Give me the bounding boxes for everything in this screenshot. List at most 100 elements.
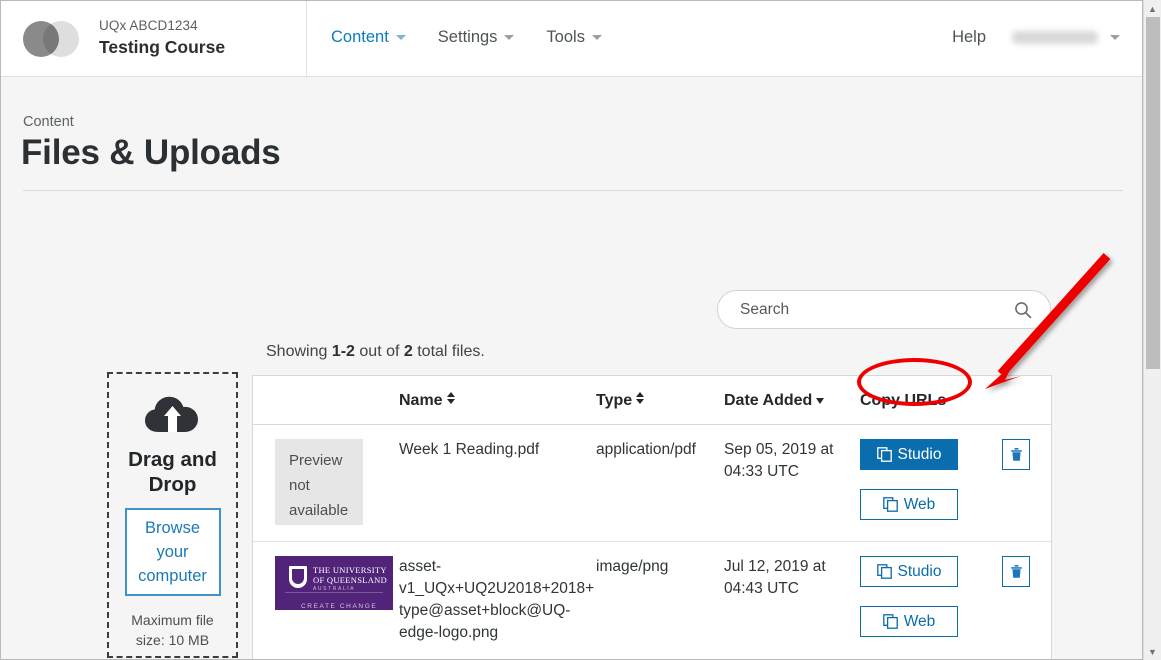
col-header-copy-urls: Copy URLs (860, 376, 1002, 425)
col-header-thumbnail (253, 376, 399, 425)
uq-logo-line1: THE UNIVERSITY (313, 565, 387, 575)
cell-thumbnail: THE UNIVERSITY OF QUEENSLAND AUSTRALIA C… (253, 542, 399, 660)
col-header-type-label: Type (596, 392, 633, 409)
col-header-type[interactable]: Type (596, 376, 724, 425)
max-file-size-text: Maximum file size: 10 MB (131, 612, 214, 648)
sort-both-icon[interactable] (446, 392, 456, 404)
showing-suffix: total files. (412, 343, 485, 360)
cloud-upload-icon (144, 396, 198, 432)
chevron-down-icon (1110, 35, 1120, 40)
cell-file-name: Week 1 Reading.pdf (399, 424, 596, 542)
files-table-head: Name Type Date Added Copy URLs (253, 376, 1051, 425)
nav-item-settings-label: Settings (437, 28, 498, 46)
nav-item-tools[interactable]: Tools (546, 28, 602, 47)
copy-studio-url-button[interactable]: Studio (860, 439, 958, 470)
uq-logo-divider (285, 592, 383, 593)
files-table-container: Name Type Date Added Copy URLs Preview n… (252, 375, 1052, 660)
uq-logo-line2: OF QUEENSLAND (313, 575, 388, 585)
copy-web-url-button[interactable]: Web (860, 489, 958, 520)
copy-web-url-label: Web (903, 612, 936, 630)
page-title: Files & Uploads (21, 133, 281, 172)
upload-dropzone[interactable]: Drag and Drop Browse your computer Maxim… (107, 372, 238, 658)
files-table: Name Type Date Added Copy URLs Preview n… (253, 376, 1051, 660)
cell-thumbnail: Preview not available (253, 424, 399, 542)
chevron-down-icon (395, 35, 406, 40)
cell-file-name: asset-v1_UQx+UQ2U2018+2018+type@asset+bl… (399, 558, 595, 641)
page-content: Content Files & Uploads Showing 1-2 out … (1, 77, 1142, 660)
col-header-delete (1002, 376, 1051, 425)
breadcrumb[interactable]: Content (23, 114, 74, 130)
col-header-date-label: Date Added (724, 392, 813, 409)
col-header-copy-urls-label: Copy URLs (860, 392, 947, 409)
chevron-down-icon (591, 35, 602, 40)
delete-file-button[interactable] (1002, 556, 1030, 587)
trash-icon (1010, 448, 1022, 461)
cell-date-added: Jul 12, 2019 at 04:43 UTC (724, 558, 826, 597)
copy-studio-url-button[interactable]: Studio (860, 556, 958, 587)
search-icon[interactable] (1014, 301, 1032, 319)
course-logo-icon (23, 20, 79, 57)
nav-item-tools-label: Tools (546, 28, 585, 46)
results-count: Showing 1-2 out of 2 total files. (266, 343, 485, 361)
page-vertical-scrollbar[interactable]: ▲ ▼ (1143, 0, 1161, 660)
cell-file-type: application/pdf (596, 424, 724, 542)
table-row: Preview not available Week 1 Reading.pdf… (253, 424, 1051, 542)
search-input[interactable] (738, 299, 1002, 320)
table-header-row: Name Type Date Added Copy URLs (253, 376, 1051, 425)
user-account-menu[interactable] (1012, 31, 1120, 44)
uq-logo-tagline: CREATE CHANGE (301, 603, 378, 610)
copy-studio-url-label: Studio (897, 445, 942, 463)
primary-nav: Content Settings Tools (331, 28, 602, 47)
col-header-name-label: Name (399, 392, 443, 409)
sort-both-icon[interactable] (636, 392, 645, 404)
files-table-body: Preview not available Week 1 Reading.pdf… (253, 424, 1051, 660)
copy-icon (876, 447, 892, 462)
course-name: Testing Course (99, 37, 226, 57)
search-box[interactable] (717, 290, 1051, 329)
sort-desc-icon[interactable] (816, 398, 825, 404)
uq-shield-icon (289, 566, 307, 588)
screenshot-root: UQx ABCD1234 Testing Course Content Sett… (0, 0, 1161, 660)
course-brand[interactable]: UQx ABCD1234 Testing Course (1, 1, 307, 76)
cell-copy-urls: Studio Web (860, 424, 1002, 542)
copy-web-url-button[interactable]: Web (860, 606, 958, 637)
uq-logo-text: THE UNIVERSITY OF QUEENSLAND AUSTRALIA (313, 565, 387, 594)
thumbnail-preview-unavailable: Preview not available (275, 439, 363, 525)
cell-delete (1002, 424, 1051, 542)
header-right-group: Help (952, 28, 1120, 47)
scroll-up-icon[interactable]: ▲ (1144, 0, 1161, 17)
cell-date-added: Sep 05, 2019 at 04:33 UTC (724, 424, 860, 542)
scroll-down-icon[interactable]: ▼ (1144, 643, 1161, 660)
showing-total: 2 (403, 343, 413, 360)
course-brand-text: UQx ABCD1234 Testing Course (99, 18, 225, 59)
trash-icon (1010, 565, 1022, 578)
nav-item-settings[interactable]: Settings (438, 28, 515, 47)
nav-item-content-label: Content (331, 28, 389, 46)
user-name-blurred (1012, 31, 1098, 44)
col-header-date-added[interactable]: Date Added (724, 376, 860, 425)
browse-computer-button[interactable]: Browse your computer (124, 508, 221, 596)
copy-icon (882, 614, 898, 629)
col-header-name[interactable]: Name (399, 376, 596, 425)
cell-file-type: image/png (596, 558, 669, 575)
dropzone-title: Drag and Drop (128, 448, 217, 496)
copy-studio-url-label: Studio (897, 562, 942, 580)
thumbnail-uq-logo: THE UNIVERSITY OF QUEENSLAND AUSTRALIA C… (275, 556, 393, 610)
cell-delete (1002, 542, 1051, 660)
site-header: UQx ABCD1234 Testing Course Content Sett… (1, 1, 1142, 77)
showing-range: 1-2 (331, 343, 355, 360)
help-link[interactable]: Help (952, 28, 986, 47)
course-code: UQx ABCD1234 (99, 18, 198, 33)
title-divider (23, 190, 1123, 191)
copy-icon (876, 564, 892, 579)
showing-middle: out of (354, 343, 404, 360)
showing-prefix: Showing (266, 343, 332, 360)
cell-copy-urls: Studio Web (860, 542, 1002, 660)
chevron-down-icon (504, 35, 515, 40)
copy-icon (882, 497, 898, 512)
copy-web-url-label: Web (903, 495, 936, 513)
nav-item-content[interactable]: Content (331, 28, 406, 47)
delete-file-button[interactable] (1002, 439, 1030, 470)
vertical-scroll-thumb[interactable] (1146, 17, 1160, 369)
app-window: UQx ABCD1234 Testing Course Content Sett… (0, 0, 1143, 660)
